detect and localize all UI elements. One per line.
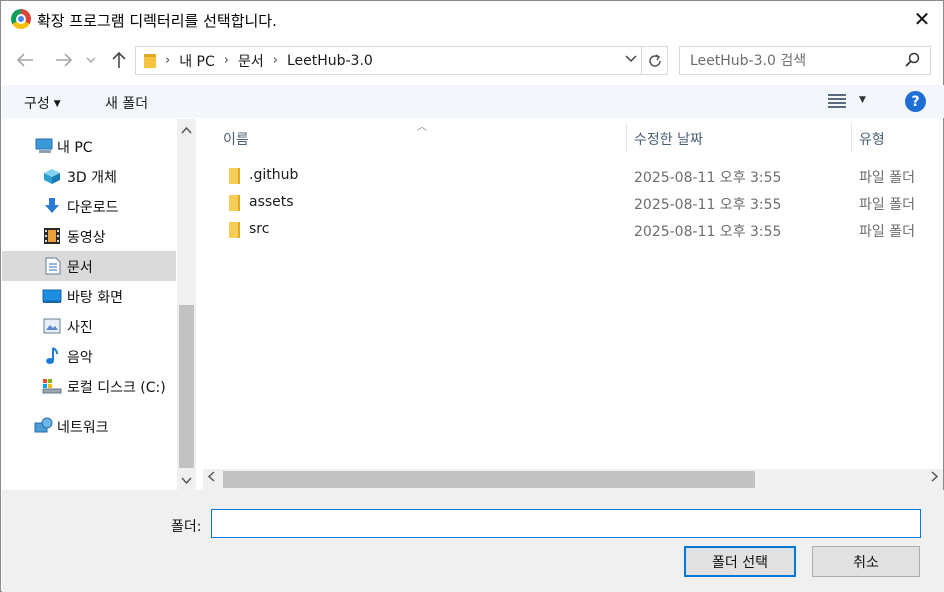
search-box[interactable] xyxy=(679,46,931,75)
sidebar-item-label: 문서 xyxy=(67,260,93,276)
organize-label: 구성 xyxy=(24,96,50,112)
sidebar-item-label: 바탕 화면 xyxy=(67,290,123,306)
file-name: assets xyxy=(249,194,294,210)
chevron-down-icon[interactable] xyxy=(625,51,637,67)
sidebar-item-label: 3D 개체 xyxy=(67,170,117,186)
help-icon[interactable]: ? xyxy=(905,91,926,112)
folder-field-label: 폴더: xyxy=(171,519,202,535)
file-date: 2025-08-11 오후 3:55 xyxy=(634,224,782,240)
address-bar[interactable]: › 내 PC › 문서 › LeetHub-3.0 xyxy=(135,46,668,75)
sidebar-item-documents[interactable]: 문서 xyxy=(2,251,176,281)
column-divider[interactable] xyxy=(626,123,627,153)
file-type: 파일 폴더 xyxy=(859,170,915,186)
scroll-left-arrow-icon[interactable] xyxy=(207,471,215,485)
command-toolbar: 구성 ▼ 새 폴더 ▼ ? xyxy=(2,85,944,118)
column-header-date[interactable]: 수정한 날짜 xyxy=(634,129,703,149)
file-name: .github xyxy=(249,167,299,183)
folder-icon xyxy=(229,222,240,238)
file-list: ︿ 이름 수정한 날짜 유형 .github 2025-08-11 오후 3:5… xyxy=(203,119,943,469)
column-header-name[interactable]: 이름 xyxy=(223,129,249,149)
scroll-up-arrow-icon[interactable] xyxy=(181,124,192,137)
breadcrumb-documents[interactable]: 문서 xyxy=(238,51,264,71)
list-item[interactable]: .github 2025-08-11 오후 3:55 파일 폴더 xyxy=(203,163,943,190)
sidebar-item-label: 다운로드 xyxy=(67,200,119,216)
download-icon xyxy=(43,197,61,213)
pictures-icon xyxy=(43,318,61,334)
music-icon xyxy=(45,347,63,364)
sidebar-item-label: 로컬 디스크 (C:) xyxy=(67,380,166,396)
folder-icon xyxy=(229,168,240,184)
details-view-icon[interactable] xyxy=(828,94,846,108)
sidebar-item-network[interactable]: 네트워크 xyxy=(2,411,176,441)
column-header-type[interactable]: 유형 xyxy=(859,129,885,149)
close-button[interactable]: ✕ xyxy=(907,5,937,33)
search-icon[interactable] xyxy=(904,52,920,72)
select-folder-button[interactable]: 폴더 선택 xyxy=(684,546,796,577)
caret-down-icon[interactable]: ▼ xyxy=(859,95,866,105)
chrome-icon xyxy=(11,9,31,29)
navigation-pane: 내 PC 3D 개체 다운로드 동영상 문서 바탕 화면 사진 음악 로컬 디스… xyxy=(2,119,196,490)
folder-icon xyxy=(144,53,156,68)
sidebar-item-label: 내 PC xyxy=(57,140,93,156)
sidebar-scrollbar[interactable] xyxy=(177,119,196,490)
chevron-right-icon[interactable]: › xyxy=(165,53,170,68)
file-type: 파일 폴더 xyxy=(859,224,915,240)
file-date: 2025-08-11 오후 3:55 xyxy=(634,197,782,213)
chevron-right-icon[interactable]: › xyxy=(224,53,229,68)
scrollbar-thumb[interactable] xyxy=(179,305,194,468)
video-icon xyxy=(43,227,61,244)
sidebar-item-label: 동영상 xyxy=(67,230,106,246)
back-arrow-icon[interactable] xyxy=(13,47,37,73)
sidebar-item-label: 사진 xyxy=(67,320,93,336)
cancel-button[interactable]: 취소 xyxy=(812,546,920,577)
recent-dropdown-icon[interactable] xyxy=(83,47,99,73)
list-item[interactable]: src 2025-08-11 오후 3:55 파일 폴더 xyxy=(203,217,943,244)
folder-picker-dialog: 확장 프로그램 디렉터리를 선택합니다. ✕ › 내 PC › 문서 › Lee… xyxy=(0,0,944,592)
sidebar-item-3d-objects[interactable]: 3D 개체 xyxy=(2,161,176,191)
folder-icon xyxy=(229,195,240,211)
network-icon xyxy=(33,417,53,433)
sidebar-item-label: 음악 xyxy=(67,350,93,366)
sort-ascending-icon: ︿ xyxy=(417,122,427,133)
list-item[interactable]: assets 2025-08-11 오후 3:55 파일 폴더 xyxy=(203,190,943,217)
sidebar-item-label: 네트워크 xyxy=(57,420,109,436)
caret-down-icon: ▼ xyxy=(53,99,61,109)
sidebar-item-pictures[interactable]: 사진 xyxy=(2,311,176,341)
document-icon xyxy=(45,257,63,275)
refresh-icon[interactable] xyxy=(641,47,667,74)
forward-arrow-icon[interactable] xyxy=(52,47,76,73)
sidebar-item-pc[interactable]: 내 PC xyxy=(2,131,176,161)
scroll-down-arrow-icon[interactable] xyxy=(181,474,192,487)
dialog-footer: 폴더: 폴더 선택 취소 xyxy=(2,490,944,592)
file-type: 파일 폴더 xyxy=(859,197,915,213)
search-input[interactable] xyxy=(690,47,900,74)
folder-input[interactable] xyxy=(211,509,921,538)
file-name: src xyxy=(249,221,270,237)
organize-button[interactable]: 구성 ▼ xyxy=(24,93,61,113)
title-bar: 확장 프로그램 디렉터리를 선택합니다. ✕ xyxy=(1,1,943,37)
file-list-horizontal-scrollbar[interactable] xyxy=(203,469,943,490)
column-divider[interactable] xyxy=(851,123,852,153)
3d-objects-icon xyxy=(43,168,61,184)
breadcrumb-pc[interactable]: 내 PC xyxy=(179,51,215,71)
scroll-right-arrow-icon[interactable] xyxy=(931,471,939,485)
sidebar-item-videos[interactable]: 동영상 xyxy=(2,221,176,251)
chevron-right-icon[interactable]: › xyxy=(273,53,278,68)
new-folder-button[interactable]: 새 폴더 xyxy=(105,93,148,113)
sidebar-item-downloads[interactable]: 다운로드 xyxy=(2,191,176,221)
breadcrumb-leethub[interactable]: LeetHub-3.0 xyxy=(287,53,373,69)
desktop-icon xyxy=(42,289,62,305)
sidebar-item-music[interactable]: 음악 xyxy=(2,341,176,371)
scrollbar-thumb[interactable] xyxy=(223,471,755,488)
window-title: 확장 프로그램 디렉터리를 선택합니다. xyxy=(37,12,277,30)
local-disk-icon xyxy=(42,378,62,394)
sidebar-item-desktop[interactable]: 바탕 화면 xyxy=(2,281,176,311)
file-date: 2025-08-11 오후 3:55 xyxy=(634,170,782,186)
up-arrow-icon[interactable] xyxy=(107,47,131,73)
sidebar-item-local-disk[interactable]: 로컬 디스크 (C:) xyxy=(2,371,176,401)
pc-icon xyxy=(35,138,53,154)
